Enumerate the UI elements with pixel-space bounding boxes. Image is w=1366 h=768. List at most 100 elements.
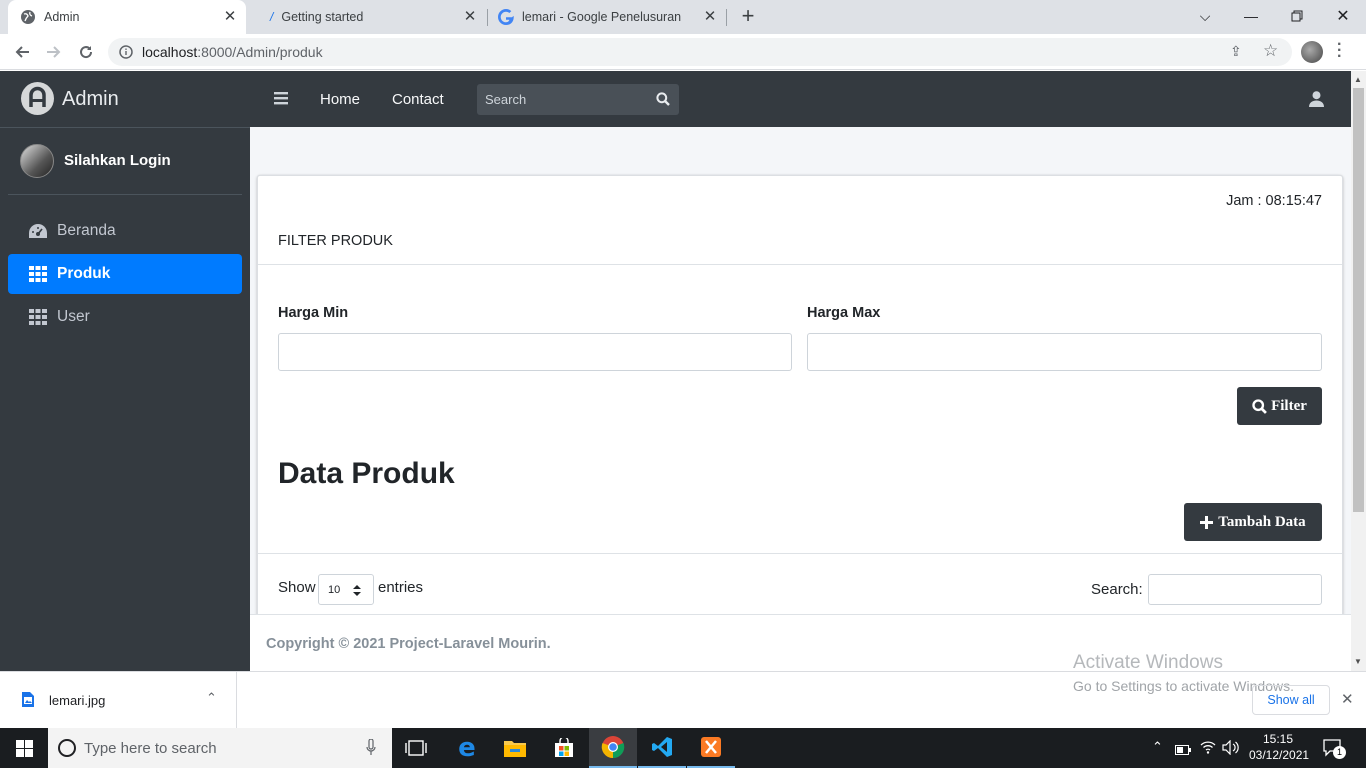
- chevron-up-tray-icon[interactable]: ⌃: [1152, 739, 1163, 755]
- image-file-icon: [22, 692, 34, 707]
- vscode-icon[interactable]: [638, 728, 686, 768]
- tab-title: lemari - Google Penelusuran: [522, 10, 682, 24]
- new-tab-icon[interactable]: +: [737, 5, 759, 28]
- sidebar-item-user[interactable]: User: [8, 297, 242, 337]
- bookmark-star-icon[interactable]: ☆: [1263, 41, 1278, 61]
- close-window-icon[interactable]: ✕: [1320, 0, 1366, 32]
- filter-button-label: Filter: [1271, 397, 1307, 414]
- tab-search-chevron-icon[interactable]: ⌵: [1182, 0, 1228, 32]
- chevron-up-icon[interactable]: ⌃: [206, 690, 217, 706]
- url-text: localhost:8000/Admin/produk: [142, 44, 323, 60]
- brand-logo-icon: [21, 82, 54, 115]
- filter-button[interactable]: Filter: [1237, 387, 1322, 425]
- share-icon[interactable]: ⇪: [1230, 43, 1242, 60]
- browser-tab-admin[interactable]: Admin ✕: [8, 0, 246, 34]
- hamburger-menu-icon[interactable]: [274, 91, 288, 110]
- close-tab-icon[interactable]: ✕: [222, 9, 238, 25]
- download-item[interactable]: lemari.jpg ⌃: [0, 672, 237, 728]
- harga-min-input[interactable]: [278, 333, 792, 371]
- microphone-icon[interactable]: [366, 739, 376, 756]
- notification-badge: 1: [1333, 746, 1346, 759]
- minimize-icon[interactable]: —: [1228, 0, 1274, 32]
- taskbar-search-placeholder: Type here to search: [84, 740, 217, 757]
- user-panel: Silahkan Login: [8, 129, 242, 195]
- forward-icon[interactable]: [41, 39, 67, 65]
- kebab-menu-icon[interactable]: · · ·: [1337, 37, 1342, 65]
- entries-label: entries: [378, 579, 424, 596]
- cortana-circle-icon: [58, 739, 76, 757]
- battery-icon[interactable]: [1175, 742, 1191, 760]
- copyright-text: Copyright © 2021 Project-Laravel Mourin.: [266, 636, 551, 652]
- filter-title: FILTER PRODUK: [278, 233, 393, 249]
- page-title: Data Produk: [278, 457, 455, 490]
- tab-separator: [726, 9, 727, 26]
- grid-icon: [28, 307, 48, 327]
- file-explorer-icon[interactable]: [491, 728, 539, 768]
- footer: Copyright © 2021 Project-Laravel Mourin.…: [250, 614, 1351, 673]
- add-data-button[interactable]: Tambah Data: [1184, 503, 1322, 541]
- table-search-input[interactable]: [1148, 574, 1322, 605]
- entries-select[interactable]: 10: [318, 574, 374, 605]
- scrollbar-thumb[interactable]: [1353, 88, 1364, 512]
- page-scrollbar[interactable]: ▲ ▼: [1351, 71, 1366, 671]
- scroll-up-icon[interactable]: ▲: [1354, 75, 1362, 84]
- sidebar-item-label: User: [57, 308, 90, 325]
- address-bar[interactable]: localhost:8000/Admin/produk ⇪ ☆: [108, 38, 1292, 66]
- navbar-search-input[interactable]: Search: [477, 84, 679, 115]
- search-icon: [1252, 398, 1268, 414]
- user-icon[interactable]: [1309, 91, 1324, 112]
- sidebar-item-label: Produk: [57, 265, 111, 282]
- content-wrapper: Jam : 08:15:47 FILTER PRODUK Harga Min H…: [250, 127, 1351, 671]
- select-arrows-icon: [353, 585, 361, 596]
- user-name-link[interactable]: Silahkan Login: [64, 152, 171, 169]
- clock-text: Jam : 08:15:47: [1226, 193, 1322, 209]
- add-data-button-label: Tambah Data: [1218, 513, 1306, 530]
- wifi-icon[interactable]: [1200, 740, 1216, 759]
- grid-icon: [28, 264, 48, 284]
- nav-link-home[interactable]: Home: [320, 91, 360, 108]
- taskbar-time: 15:15: [1262, 732, 1294, 746]
- google-icon: [498, 9, 514, 25]
- browser-tab-google[interactable]: lemari - Google Penelusuran ✕: [488, 0, 726, 34]
- sidebar-item-produk[interactable]: Produk: [8, 254, 242, 294]
- sidebar: Admin Silahkan Login Beranda Produk User: [0, 71, 250, 671]
- reload-icon[interactable]: [73, 39, 99, 65]
- card-divider: [258, 264, 1342, 265]
- maximize-icon[interactable]: [1274, 0, 1320, 32]
- show-all-button[interactable]: Show all: [1252, 685, 1330, 715]
- windows-start-icon[interactable]: [0, 728, 48, 768]
- volume-icon[interactable]: [1222, 739, 1239, 760]
- profile-avatar[interactable]: [1301, 41, 1323, 63]
- back-icon[interactable]: [9, 39, 35, 65]
- tab-title: Admin: [44, 10, 80, 24]
- info-icon[interactable]: [119, 45, 133, 59]
- close-tab-icon[interactable]: ✕: [702, 9, 718, 25]
- harga-max-label: Harga Max: [807, 305, 881, 321]
- close-tab-icon[interactable]: ✕: [462, 9, 478, 25]
- sidebar-item-beranda[interactable]: Beranda: [8, 211, 242, 251]
- chrome-icon[interactable]: [589, 728, 637, 768]
- browser-tab-getting-started[interactable]: / Getting started ✕: [258, 0, 486, 34]
- taskbar-search-box[interactable]: Type here to search: [48, 728, 392, 768]
- search-icon[interactable]: [656, 92, 670, 106]
- entries-value: 10: [328, 584, 341, 596]
- dashboard-icon: [28, 221, 48, 241]
- download-filename: lemari.jpg: [49, 693, 106, 708]
- xampp-icon[interactable]: [687, 728, 735, 768]
- brand-link[interactable]: Admin: [0, 71, 250, 128]
- nav-link-contact[interactable]: Contact: [392, 91, 444, 108]
- close-download-bar-icon[interactable]: ✕: [1341, 690, 1354, 708]
- edge-icon[interactable]: e: [443, 728, 491, 768]
- avatar: [20, 144, 54, 178]
- globe-icon: [21, 10, 35, 24]
- store-icon[interactable]: [540, 728, 588, 768]
- vscode-tab-icon: /: [270, 10, 274, 24]
- task-view-icon[interactable]: [392, 728, 440, 768]
- show-label: Show: [278, 579, 316, 596]
- scroll-down-icon[interactable]: ▼: [1354, 657, 1362, 666]
- harga-max-input[interactable]: [807, 333, 1322, 371]
- harga-min-label: Harga Min: [278, 305, 349, 321]
- notification-center-icon[interactable]: 1: [1323, 739, 1346, 762]
- brand-text: Admin: [62, 88, 119, 110]
- taskbar-clock[interactable]: 15:15 03/12/2021: [1249, 731, 1309, 763]
